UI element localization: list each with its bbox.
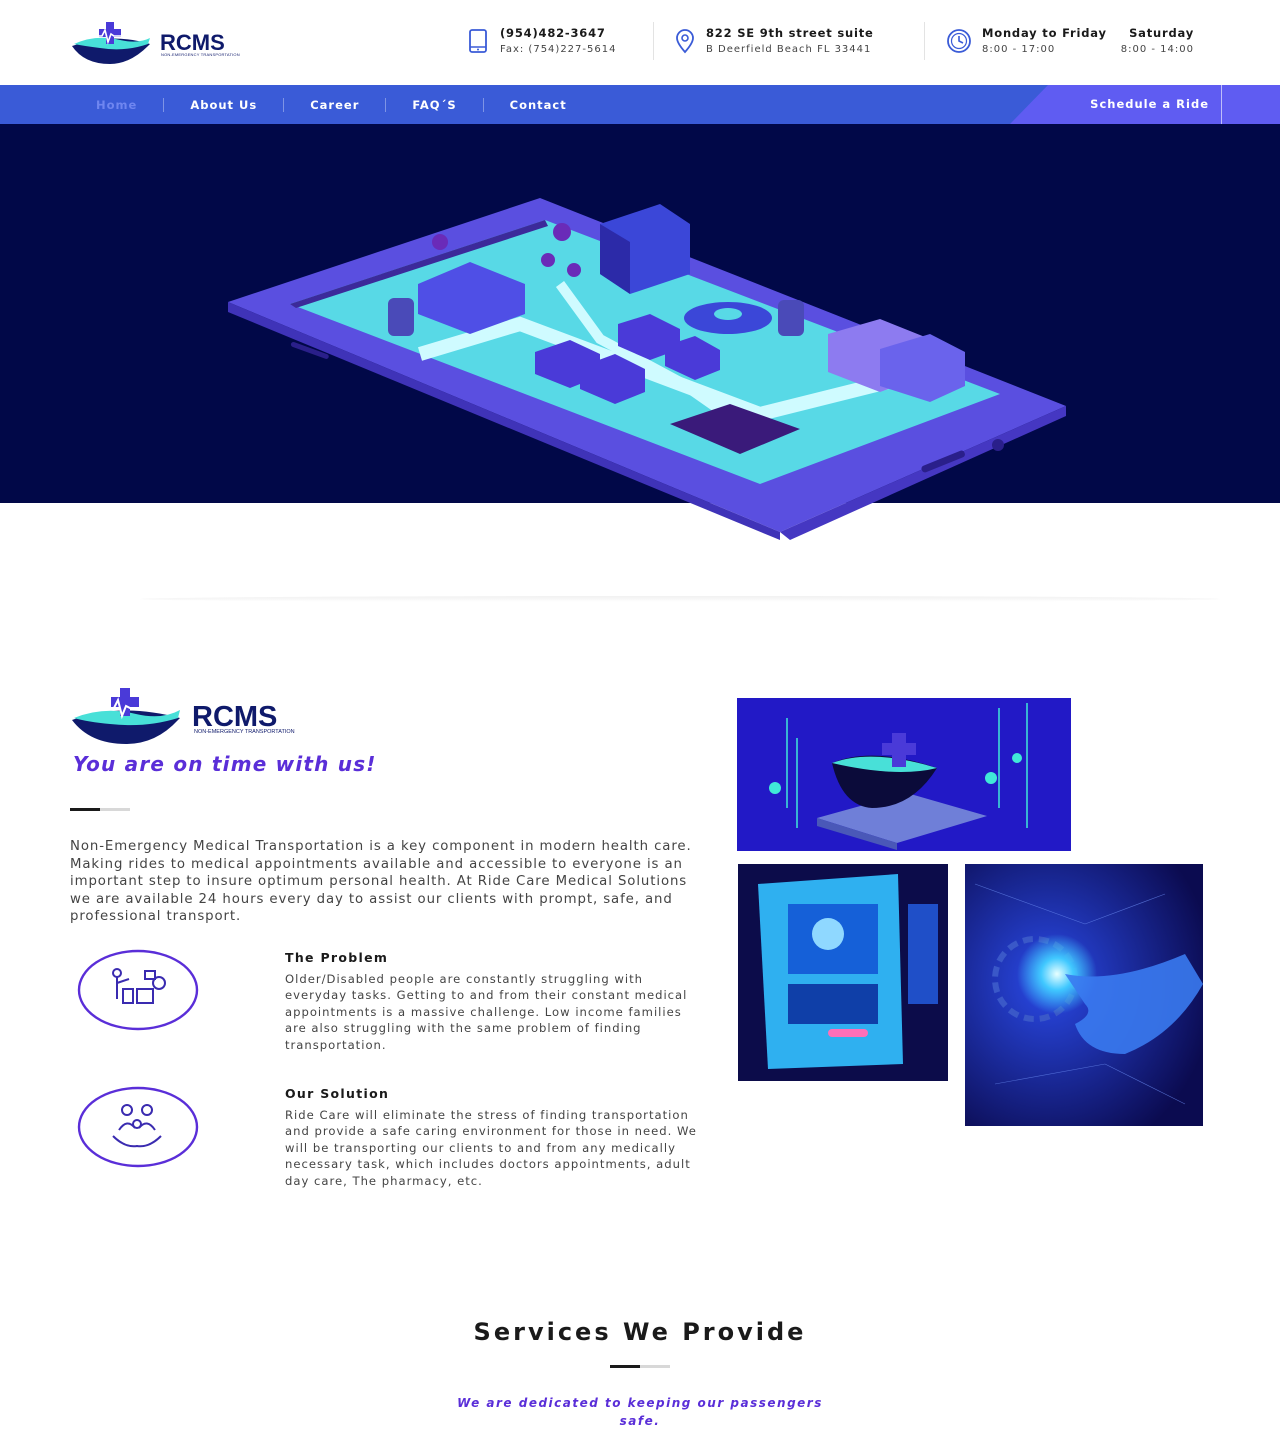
feature-title-solution: Our Solution xyxy=(285,1086,390,1101)
nav-item-about-us[interactable]: About Us xyxy=(164,97,285,112)
svg-text:NON-EMERGENCY TRANSPORTATION: NON-EMERGENCY TRANSPORTATION xyxy=(194,729,295,735)
weekday-hours-label: Monday to Friday xyxy=(982,26,1107,40)
weekday-hours: 8:00 - 17:00 xyxy=(982,44,1056,55)
saturday-hours: 8:00 - 14:00 xyxy=(1120,44,1194,55)
nav-item-faqs[interactable]: FAQ´S xyxy=(386,97,484,112)
digital-hand-touch-image xyxy=(965,864,1203,1126)
title-underline xyxy=(70,808,130,811)
medical-cross-hologram-image xyxy=(737,698,1071,851)
phone-number[interactable]: (954)482-3647 xyxy=(500,22,616,44)
rcms-logo-large: RCMS NON-EMERGENCY TRANSPORTATION xyxy=(72,688,295,744)
address-line1: 822 SE 9th street suite xyxy=(706,26,874,40)
problem-icon xyxy=(77,949,199,1031)
services-subtitle: We are dedicated to keeping our passenge… xyxy=(457,1396,823,1428)
nav-items: Home About Us Career FAQ´S Contact xyxy=(70,85,593,124)
nav-item-home[interactable]: Home xyxy=(70,97,165,112)
tagline: You are on time with us! xyxy=(73,752,377,776)
services-title-underline xyxy=(610,1365,670,1368)
svg-text:NON-EMERGENCY TRANSPORTATION: NON-EMERGENCY TRANSPORTATION xyxy=(161,52,240,57)
solution-family-icon xyxy=(77,1086,199,1168)
address-line2: B Deerfield Beach FL 33441 xyxy=(706,44,872,55)
clock-icon xyxy=(947,29,971,53)
divider xyxy=(924,22,925,60)
schedule-ride-button[interactable]: Schedule a Ride xyxy=(1090,85,1222,124)
hero-phone-city-illustration xyxy=(228,198,1066,540)
address-block: 822 SE 9th street suite B Deerfield Beac… xyxy=(672,22,874,62)
feature-text-problem: Older/Disabled people are constantly str… xyxy=(285,972,688,1052)
feature-title-problem: The Problem xyxy=(285,950,389,965)
hours-block: Monday to Friday 8:00 - 17:00 Saturday 8… xyxy=(944,22,1194,62)
services-title: Services We Provide xyxy=(473,1318,807,1346)
location-pin-icon xyxy=(676,29,694,54)
section-divider-shadow xyxy=(140,596,1220,602)
phone-block: (954)482-3647 Fax: (754)227-5614 xyxy=(466,22,616,62)
rcms-logo[interactable]: RCMS NON-EMERGENCY TRANSPORTATION xyxy=(70,16,260,68)
feature-text-solution: Ride Care will eliminate the stress of f… xyxy=(285,1108,697,1188)
tablet-telemedicine-image xyxy=(738,864,948,1081)
phone-icon xyxy=(469,29,487,53)
nav-item-career[interactable]: Career xyxy=(284,97,387,112)
fax-number: Fax: (754)227-5614 xyxy=(500,44,617,55)
divider xyxy=(653,22,654,60)
nav-item-contact[interactable]: Contact xyxy=(484,98,593,112)
intro-paragraph: Non-Emergency Medical Transportation is … xyxy=(70,839,692,925)
saturday-hours-label: Saturday xyxy=(1129,26,1194,40)
main-nav: Home About Us Career FAQ´S Contact Sched… xyxy=(0,85,1280,124)
top-header: RCMS NON-EMERGENCY TRANSPORTATION (954)4… xyxy=(0,0,1280,85)
